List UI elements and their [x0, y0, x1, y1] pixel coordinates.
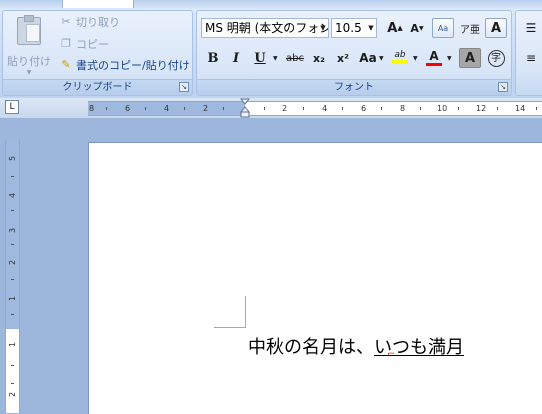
subscript-icon: x₂	[313, 51, 325, 65]
underline-button[interactable]: U	[249, 48, 271, 68]
phonetic-guide-icon: ア亜	[460, 24, 480, 36]
highlight-color-swatch	[392, 60, 408, 64]
copy-label: コピー	[76, 38, 109, 51]
font-color-swatch	[426, 62, 442, 66]
indent-marker-icon[interactable]	[240, 98, 250, 118]
cut-label: 切り取り	[76, 16, 120, 29]
ruler-number: 10	[437, 104, 448, 113]
margin-corner-mark	[214, 327, 246, 328]
change-case-button[interactable]: Aa	[357, 48, 379, 68]
ruler-number: 1	[8, 295, 17, 302]
italic-icon: I	[232, 50, 240, 66]
ruler-number: 4	[164, 104, 170, 113]
document-text: 中秋の名月は、	[248, 337, 374, 358]
ruler-number: 4	[322, 104, 328, 113]
phonetic-guide-button[interactable]: ア亜	[459, 18, 481, 38]
vertical-ruler[interactable]: 5 4 3 2 1 1 2	[5, 140, 20, 413]
grow-font-button[interactable]: A ▲	[384, 18, 406, 38]
clipboard-group-label: クリップボード	[3, 79, 192, 95]
copy-icon: ❐	[61, 37, 71, 50]
cut-button[interactable]: ✂ 切り取り	[59, 13, 120, 31]
font-size-value: 10.5	[335, 21, 362, 35]
paste-dropdown-icon[interactable]: ▼	[27, 69, 32, 76]
font-color-dropdown-icon[interactable]: ▼	[447, 55, 452, 62]
align-left-button[interactable]: ≡	[520, 48, 542, 68]
font-size-combo[interactable]: 10.5 ▼	[331, 18, 377, 38]
ruler-number: 1	[8, 341, 17, 348]
paste-options-icon[interactable]: ⌐	[387, 349, 395, 360]
horizontal-ruler-bar: L 8 6 4 2 2 4 6 8 10 12 14	[0, 98, 542, 119]
ruler-number: 12	[476, 104, 487, 113]
font-size-dropdown-icon[interactable]: ▼	[366, 19, 376, 37]
paintbrush-icon: ✎	[61, 58, 71, 71]
format-painter-button[interactable]: ✎ 書式のコピー/貼り付け	[59, 56, 190, 74]
enclose-characters-button[interactable]: 字	[485, 48, 507, 68]
clipboard-icon	[17, 15, 41, 45]
font-dialog-launcher-icon[interactable]: ↘	[498, 82, 508, 92]
bold-icon: B	[207, 50, 219, 66]
strikethrough-icon: abc	[286, 52, 304, 64]
shrink-font-icon: A	[410, 21, 419, 35]
clear-formatting-icon: Aa	[437, 23, 449, 33]
subscript-button[interactable]: x₂	[308, 48, 330, 68]
ruler-number: 2	[203, 104, 209, 113]
ruler-number: 2	[282, 104, 288, 113]
paste-button[interactable]: 貼り付け ▼	[7, 15, 51, 77]
ruler-number: 3	[8, 227, 17, 234]
font-group-label: フォント	[197, 79, 511, 95]
grow-font-icon: A	[387, 20, 398, 36]
paste-label: 貼り付け	[7, 55, 51, 68]
font-name-combo[interactable]: MS 明朝 (本文のフォン ▼	[201, 18, 329, 38]
ribbon: 貼り付け ▼ ✂ 切り取り ❐ コピー ✎ 書式のコピー/貼り付け クリップボー…	[0, 0, 542, 99]
font-color-button[interactable]: A	[423, 47, 445, 67]
character-border-button[interactable]: A	[485, 18, 507, 38]
ruler-number: 6	[361, 104, 367, 113]
ruler-number: 8	[89, 104, 95, 113]
copy-button[interactable]: ❐ コピー	[59, 35, 109, 53]
change-case-dropdown-icon[interactable]: ▼	[379, 55, 384, 62]
ruler-number: 5	[8, 155, 17, 162]
enclose-characters-icon: 字	[487, 49, 505, 67]
scissors-icon: ✂	[61, 15, 71, 28]
document-page[interactable]: 中秋の名月は、いつも満月 ⌐	[88, 142, 542, 414]
highlight-dropdown-icon[interactable]: ▼	[413, 55, 418, 62]
format-painter-label: 書式のコピー/貼り付け	[76, 59, 190, 72]
font-name-value: MS 明朝 (本文のフォン	[205, 21, 329, 35]
character-border-icon: A	[490, 20, 502, 36]
character-shading-icon: A	[464, 50, 476, 66]
font-color-icon: A	[429, 48, 439, 63]
strikethrough-button[interactable]: abc	[284, 48, 306, 68]
document-text-line[interactable]: 中秋の名月は、いつも満月	[248, 333, 464, 359]
ruler-number: 4	[8, 192, 17, 199]
ruler-number: 14	[515, 104, 526, 113]
character-shading-button[interactable]: A	[459, 48, 481, 68]
align-left-icon: ≡	[525, 51, 537, 65]
highlight-icon: ab	[394, 50, 406, 60]
change-case-icon: Aa	[359, 51, 377, 65]
underline-icon: U	[254, 50, 266, 66]
paragraph-group: ☰ ≡	[515, 10, 542, 96]
tab-selector-button[interactable]: L	[5, 100, 19, 114]
shrink-font-button[interactable]: A ▼	[406, 18, 428, 38]
italic-button[interactable]: I	[225, 48, 247, 68]
margin-corner-mark	[245, 296, 246, 328]
superscript-icon: x²	[337, 51, 349, 65]
font-group: MS 明朝 (本文のフォン ▼ 10.5 ▼ A ▲ A ▼ Aa ア亜 A B I…	[196, 10, 512, 96]
highlight-button[interactable]: ab	[389, 47, 411, 67]
ruler-number: 6	[125, 104, 131, 113]
horizontal-ruler[interactable]: 8 6 4 2 2 4 6 8 10 12 14	[88, 101, 542, 116]
clear-formatting-button[interactable]: Aa	[432, 18, 454, 38]
ruler-number: 8	[400, 104, 406, 113]
bold-button[interactable]: B	[202, 48, 224, 68]
font-name-dropdown-icon[interactable]: ▼	[318, 19, 328, 37]
clipboard-group: 貼り付け ▼ ✂ 切り取り ❐ コピー ✎ 書式のコピー/貼り付け クリップボー…	[2, 10, 193, 96]
ruler-number: 2	[8, 391, 17, 398]
tab-home[interactable]	[62, 0, 134, 8]
bullets-icon: ☰	[525, 21, 537, 35]
clipboard-dialog-launcher-icon[interactable]: ↘	[179, 82, 189, 92]
underline-dropdown-icon[interactable]: ▼	[273, 55, 278, 62]
bullets-button[interactable]: ☰	[520, 18, 542, 38]
superscript-button[interactable]: x²	[332, 48, 354, 68]
ruler-number: 2	[8, 259, 17, 266]
